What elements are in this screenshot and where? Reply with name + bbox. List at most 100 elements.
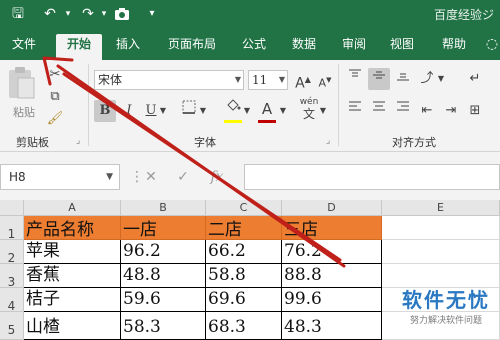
name-box-value: H8 — [9, 170, 26, 184]
font-size-select[interactable]: 11 ▼ — [248, 70, 288, 90]
tab-help[interactable]: 帮助 — [434, 34, 474, 60]
align-right-icon[interactable] — [392, 100, 414, 122]
increase-indent-icon[interactable]: ⇥ — [440, 100, 462, 122]
cell-d1[interactable]: 三店 — [282, 216, 382, 240]
cell-c3[interactable]: 58.8 — [206, 264, 282, 288]
cell-c4[interactable]: 69.6 — [206, 288, 282, 312]
cancel-icon[interactable]: ✕ — [138, 164, 164, 190]
tab-review[interactable]: 审阅 — [334, 34, 374, 60]
copy-icon[interactable]: ⧉ — [44, 86, 66, 108]
font-color-icon[interactable]: A — [256, 98, 278, 120]
name-box[interactable]: H8 ▼ — [0, 164, 120, 190]
save-icon[interactable]: 🖫 — [8, 4, 28, 24]
cell-e2[interactable] — [382, 240, 500, 264]
font-color-dropdown-icon[interactable]: ▼ — [278, 100, 288, 122]
ribbon-separator — [88, 64, 89, 146]
cell-a2[interactable]: 苹果 — [24, 240, 121, 264]
cell-a4[interactable]: 桔子 — [24, 288, 121, 312]
cut-icon[interactable]: ✂ — [44, 64, 66, 86]
row-header-1[interactable]: 1 — [0, 216, 24, 241]
camera-icon[interactable] — [112, 4, 132, 24]
format-painter-icon[interactable]: 🖌 — [44, 108, 66, 130]
bold-button[interactable]: B — [94, 100, 116, 122]
clipboard-launcher-icon[interactable]: ⌟ — [76, 136, 80, 146]
cell-d5[interactable]: 48.3 — [282, 312, 382, 340]
align-middle-icon[interactable] — [368, 68, 390, 90]
cell-b2[interactable]: 96.2 — [121, 240, 206, 264]
paste-button[interactable]: 粘贴 — [6, 66, 42, 122]
row-header-5[interactable]: 5 — [0, 312, 24, 340]
cell-a5[interactable]: 山楂 — [24, 312, 121, 340]
borders-icon[interactable] — [178, 100, 200, 122]
watermark-title: 软件无忧 — [402, 288, 490, 312]
decrease-indent-icon[interactable]: ⇤ — [416, 100, 438, 122]
grow-font-button[interactable]: A▲ — [292, 69, 314, 92]
column-header-a[interactable]: A — [24, 200, 121, 216]
font-color-swatch — [258, 120, 276, 123]
window-title: 百度经验ジ — [433, 8, 494, 22]
cell-a3[interactable]: 香蕉 — [24, 264, 121, 288]
cell-b5[interactable]: 58.3 — [121, 312, 206, 340]
customize-toolbar-icon[interactable]: ▾ — [142, 4, 162, 24]
enter-icon[interactable]: ✓ — [170, 164, 196, 190]
align-left-icon[interactable] — [344, 100, 366, 122]
undo-dropdown-icon[interactable]: ▾ — [58, 4, 78, 24]
font-name-select[interactable]: 宋体 ▼ — [94, 70, 244, 90]
align-center-icon[interactable] — [368, 100, 390, 122]
fill-color-icon[interactable] — [222, 98, 244, 120]
merge-center-icon[interactable]: ⊞ — [464, 100, 486, 122]
borders-dropdown-icon[interactable]: ▼ — [198, 100, 208, 122]
row-header-4[interactable]: 4 — [0, 288, 24, 313]
column-header-d[interactable]: D — [282, 200, 382, 216]
undo-icon[interactable]: ↶ — [40, 4, 60, 24]
align-bottom-icon[interactable] — [392, 68, 414, 90]
underline-dropdown-icon[interactable]: ▼ — [158, 100, 168, 122]
ribbon-separator — [338, 64, 339, 146]
tab-page-layout[interactable]: 页面布局 — [160, 34, 224, 60]
ribbon-tabs: 文件 开始 插入 页面布局 公式 数据 审阅 视图 帮助 ◌ — [0, 28, 500, 60]
fill-dropdown-icon[interactable]: ▼ — [242, 100, 252, 122]
tab-insert[interactable]: 插入 — [108, 34, 148, 60]
cell-c1[interactable]: 二店 — [206, 216, 282, 240]
orientation-icon[interactable]: ⤴ — [416, 68, 438, 90]
cell-d2[interactable]: 76.2 — [282, 240, 382, 264]
cell-e1[interactable] — [382, 216, 500, 240]
cell-c2[interactable]: 66.2 — [206, 240, 282, 264]
orientation-dropdown-icon[interactable]: ▼ — [436, 68, 446, 90]
tab-data[interactable]: 数据 — [284, 34, 324, 60]
row-header-3[interactable]: 3 — [0, 264, 24, 289]
cell-c5[interactable]: 68.3 — [206, 312, 282, 340]
fill-color-swatch — [224, 120, 242, 123]
column-header-b[interactable]: B — [121, 200, 206, 216]
align-top-icon[interactable] — [344, 68, 366, 90]
font-launcher-icon[interactable]: ⌟ — [326, 136, 330, 146]
column-header-e[interactable]: E — [382, 200, 500, 216]
shrink-font-button[interactable]: A▼ — [314, 69, 336, 91]
row-header-2[interactable]: 2 — [0, 240, 24, 265]
insert-function-icon[interactable]: fx — [204, 164, 230, 190]
cell-d4[interactable]: 99.6 — [282, 288, 382, 312]
lightbulb-icon[interactable]: ◌ — [484, 34, 500, 60]
cell-b4[interactable]: 59.6 — [121, 288, 206, 312]
grow-font-label: A — [295, 75, 305, 92]
cell-b3[interactable]: 48.8 — [121, 264, 206, 288]
tab-formulas[interactable]: 公式 — [234, 34, 274, 60]
paste-label: 粘贴 — [13, 106, 35, 119]
chevron-down-icon: ▼ — [106, 172, 113, 182]
select-all-button[interactable] — [0, 200, 24, 216]
column-header-c[interactable]: C — [206, 200, 282, 216]
italic-button[interactable]: I — [118, 100, 140, 122]
phonetic-guide-icon[interactable]: wén 文 — [298, 96, 320, 120]
cell-d3[interactable]: 88.8 — [282, 264, 382, 288]
chevron-down-icon: ▼ — [278, 75, 285, 84]
formula-input[interactable] — [244, 164, 500, 190]
wrap-text-icon[interactable]: ↵ — [464, 68, 486, 90]
tab-view[interactable]: 视图 — [382, 34, 422, 60]
tab-file[interactable]: 文件 — [6, 34, 42, 60]
cell-a1[interactable]: 产品名称 — [24, 216, 121, 240]
phonetic-dropdown-icon[interactable]: ▼ — [318, 100, 328, 122]
redo-dropdown-icon[interactable]: ▾ — [94, 4, 114, 24]
cell-b1[interactable]: 一店 — [121, 216, 206, 240]
title-bar: 🖫 ↶ ▾ ↷ ▾ ▾ 百度经验ジ — [0, 0, 500, 28]
tab-home[interactable]: 开始 — [56, 34, 102, 60]
